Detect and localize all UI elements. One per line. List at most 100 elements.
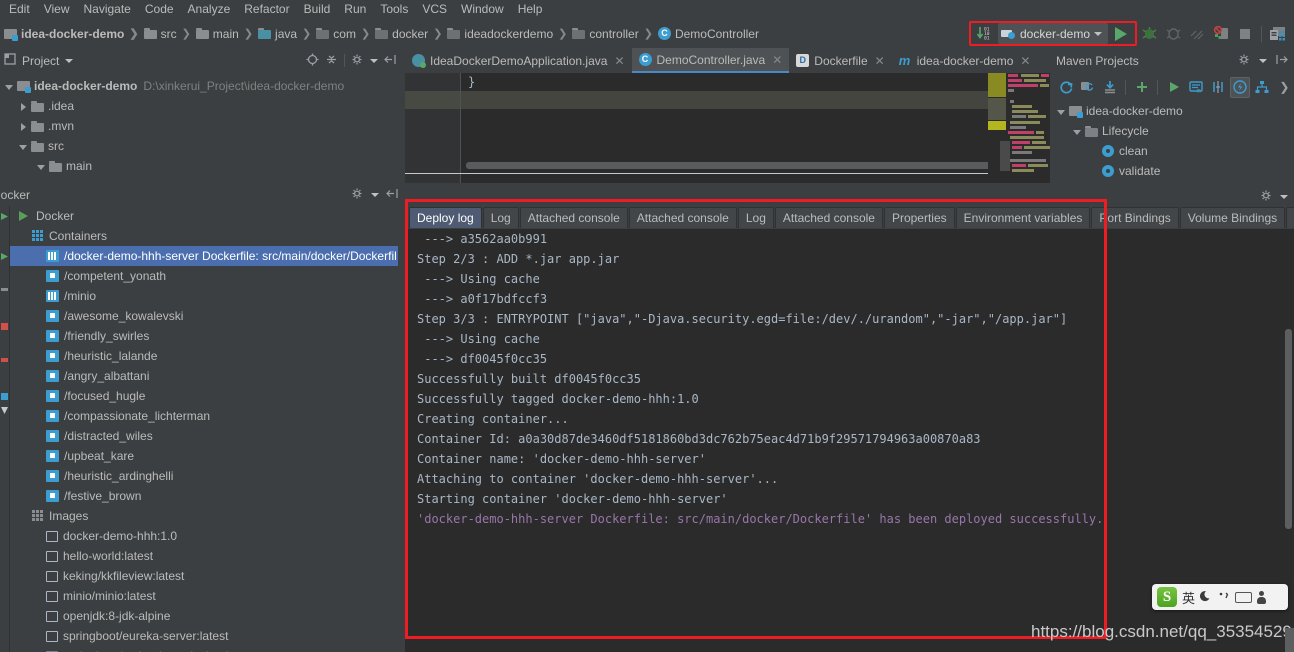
- project-tree-node-idea[interactable]: .idea: [0, 96, 405, 116]
- editor-gutter[interactable]: [405, 73, 460, 183]
- maven-tree-node-clean[interactable]: clean: [1050, 141, 1294, 161]
- maven-tree[interactable]: idea-docker-demo Lifecycle clean validat…: [1050, 101, 1294, 185]
- menu-item-tools[interactable]: Tools: [373, 0, 415, 19]
- chevron-down-icon[interactable]: [1259, 59, 1267, 63]
- menu-item-code[interactable]: Code: [138, 0, 181, 19]
- coverage-button[interactable]: [1161, 23, 1185, 44]
- docker-container-row[interactable]: /compassionate_lichterman: [10, 406, 398, 426]
- gear-icon[interactable]: [351, 187, 364, 203]
- project-tree-node-main[interactable]: main: [0, 156, 405, 176]
- menu-item-refactor[interactable]: Refactor: [237, 0, 296, 19]
- stop-button[interactable]: [1233, 23, 1257, 44]
- log-tab-attached-console-3[interactable]: Attached console: [775, 207, 883, 228]
- hide-panel-icon[interactable]: [384, 53, 397, 69]
- hide-panel-icon[interactable]: [1275, 53, 1288, 69]
- menu-item-view[interactable]: View: [37, 0, 77, 19]
- stripe-debug-icon[interactable]: [1, 253, 8, 260]
- breadcrumb-item-java[interactable]: java ❯: [258, 27, 316, 41]
- profile-button[interactable]: [1185, 23, 1209, 44]
- docker-tree-root[interactable]: Docker: [10, 206, 398, 226]
- breadcrumb-item-module[interactable]: idea-docker-demo ❯: [4, 27, 144, 41]
- docker-container-row[interactable]: /awesome_kowalevski: [10, 306, 398, 326]
- menu-item-help[interactable]: Help: [511, 0, 550, 19]
- log-tab-deploy-log[interactable]: Deploy log: [409, 207, 482, 228]
- sogou-logo[interactable]: S: [1157, 587, 1177, 607]
- log-tab-port-bindings[interactable]: Port Bindings: [1091, 207, 1178, 228]
- add-maven-project-button[interactable]: [1132, 77, 1151, 98]
- docker-panel-title[interactable]: Docker: [0, 188, 30, 202]
- execute-goal-button[interactable]: [1230, 77, 1249, 98]
- menu-item-edit[interactable]: Edit: [2, 0, 37, 19]
- menu-item-window[interactable]: Window: [454, 0, 511, 19]
- docker-image-row[interactable]: keking/kkfileview:latest: [10, 566, 398, 586]
- maven-tree-node-project[interactable]: idea-docker-demo: [1050, 101, 1294, 121]
- editor-tab-application[interactable]: IdeaDockerDemoApplication.java ✕: [405, 48, 632, 73]
- menu-item-navigate[interactable]: Navigate: [76, 0, 137, 19]
- run-maven-build-button[interactable]: [1164, 77, 1183, 98]
- log-tab-environment-variables[interactable]: Environment variables: [956, 207, 1091, 228]
- docker-container-row[interactable]: /distracted_wiles: [10, 426, 398, 446]
- editor-tab-pom[interactable]: m idea-docker-demo ✕: [892, 48, 1038, 73]
- stripe-problems-icon[interactable]: [1, 323, 8, 330]
- stripe-todo-icon[interactable]: [1, 288, 8, 291]
- docker-tree-containers-group[interactable]: Containers: [10, 226, 398, 246]
- docker-image-row[interactable]: minio/minio:latest: [10, 586, 398, 606]
- binary-counter-icon[interactable]: 01 10 01: [974, 23, 996, 44]
- collapse-all-icon[interactable]: [325, 53, 338, 69]
- editor-minimap[interactable]: [988, 73, 1050, 174]
- docker-container-row[interactable]: /docker-demo-hhh-server Dockerfile: src/…: [10, 246, 398, 266]
- run-configuration-selector[interactable]: docker-demo: [998, 23, 1108, 44]
- more-icon[interactable]: ❯: [1275, 77, 1294, 98]
- maven-tree-node-validate[interactable]: validate: [1050, 161, 1294, 181]
- right-scrollbar[interactable]: [1285, 628, 1294, 652]
- log-tab-properties[interactable]: Properties: [884, 207, 955, 228]
- close-icon[interactable]: ✕: [1020, 54, 1030, 68]
- menu-item-vcs[interactable]: VCS: [415, 0, 454, 19]
- breadcrumb-item-src[interactable]: src ❯: [144, 27, 196, 41]
- layout-button[interactable]: [1266, 23, 1290, 44]
- moon-icon[interactable]: [1200, 589, 1213, 605]
- close-icon[interactable]: ✕: [772, 53, 782, 67]
- run-button[interactable]: [1110, 23, 1132, 44]
- show-dependencies-button[interactable]: [1253, 77, 1272, 98]
- docker-container-row[interactable]: /friendly_swirles: [10, 326, 398, 346]
- skip-tests-button[interactable]: [1208, 77, 1227, 98]
- person-icon[interactable]: [1257, 591, 1266, 604]
- log-tab-attached-console-1[interactable]: Attached console: [520, 207, 628, 228]
- close-icon[interactable]: ✕: [875, 54, 885, 68]
- log-vertical-scrollbar[interactable]: [1285, 329, 1292, 529]
- menu-item-analyze[interactable]: Analyze: [181, 0, 238, 19]
- menu-item-run[interactable]: Run: [337, 0, 373, 19]
- log-tab-log-1[interactable]: Log: [483, 207, 519, 228]
- log-tab-attached-console-2[interactable]: Attached console: [629, 207, 737, 228]
- keyboard-icon[interactable]: [1235, 592, 1252, 603]
- docker-tree[interactable]: Docker Containers /docker-demo-hhh-serve…: [9, 206, 398, 652]
- breadcrumb-item-com[interactable]: com ❯: [316, 27, 375, 41]
- ime-mode-label[interactable]: 英: [1182, 588, 1195, 607]
- chevron-down-icon[interactable]: [1280, 195, 1288, 199]
- breadcrumb-item-main[interactable]: main ❯: [196, 27, 258, 41]
- chevron-right-icon[interactable]: [18, 101, 29, 112]
- maven-tree-node-lifecycle[interactable]: Lifecycle: [1050, 121, 1294, 141]
- sogou-ime-toolbar[interactable]: S 英: [1152, 584, 1288, 610]
- editor-tab-dockerfile[interactable]: D Dockerfile ✕: [789, 48, 891, 73]
- chevron-down-icon[interactable]: [4, 81, 15, 92]
- docker-image-row[interactable]: springboot/spring-boot-docker:latest: [10, 646, 398, 652]
- punctuation-icon[interactable]: [1218, 589, 1230, 605]
- chevron-down-icon[interactable]: [1072, 126, 1083, 137]
- docker-container-row[interactable]: /angry_albattani: [10, 366, 398, 386]
- attach-debugger-button[interactable]: [1209, 23, 1233, 44]
- chevron-right-icon[interactable]: [18, 121, 29, 132]
- chevron-down-icon[interactable]: [36, 161, 47, 172]
- docker-container-row[interactable]: /focused_hugle: [10, 386, 398, 406]
- stripe-run-icon[interactable]: [1, 213, 8, 220]
- gear-icon[interactable]: [1238, 53, 1251, 69]
- locate-icon[interactable]: [306, 53, 319, 69]
- docker-image-row[interactable]: hello-world:latest: [10, 546, 398, 566]
- menu-item-build[interactable]: Build: [297, 0, 338, 19]
- stripe-terminal-icon[interactable]: [1, 358, 8, 362]
- breadcrumb-item-docker[interactable]: docker ❯: [375, 27, 447, 41]
- stripe-expand-icon[interactable]: [1, 407, 8, 414]
- breadcrumb-item-class[interactable]: C DemoController: [658, 27, 759, 41]
- docker-image-row[interactable]: openjdk:8-jdk-alpine: [10, 606, 398, 626]
